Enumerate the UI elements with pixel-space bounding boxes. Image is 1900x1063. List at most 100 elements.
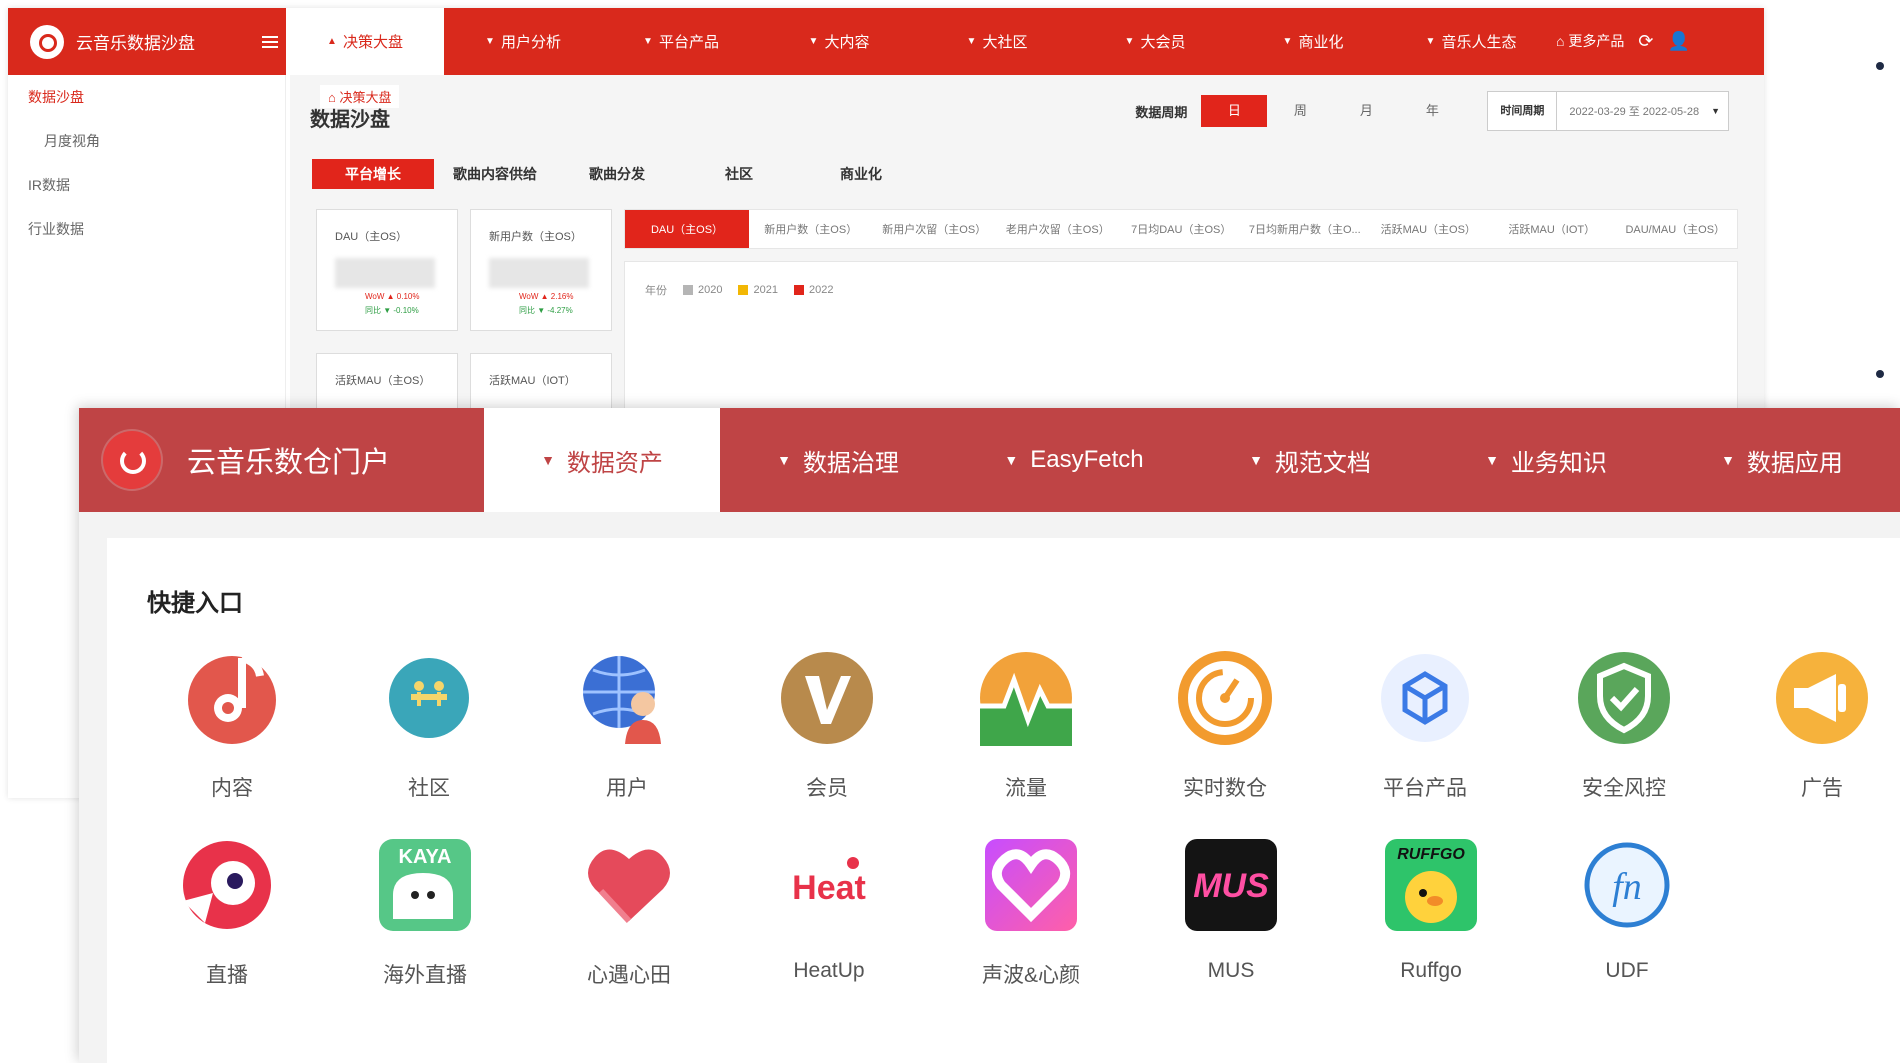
metric-tab-0[interactable]: DAU（主OS）: [625, 210, 749, 248]
live-icon: [177, 835, 277, 935]
kpi-card-new-users[interactable]: 新用户数（主OS） WoW ▲ 2.16% 同比 ▼ -4.27%: [470, 209, 612, 331]
section-title: 快捷入口: [147, 590, 243, 617]
sidebar-item-monthly[interactable]: 月度视角: [8, 119, 285, 163]
portal-nav-label: 数据资产: [566, 449, 663, 477]
legend-item-2021[interactable]: 2021: [738, 284, 778, 296]
quick-entry-community[interactable]: 社区: [359, 648, 499, 802]
hamburger-menu-icon[interactable]: [262, 35, 278, 48]
tab-community[interactable]: 社区: [678, 159, 800, 189]
metric-tab-2[interactable]: 新用户次留（主OS）: [873, 210, 997, 248]
metric-tab-7[interactable]: 活跃MAU（IOT）: [1490, 210, 1614, 248]
kpi-card-dau[interactable]: DAU（主OS） WoW ▲ 0.10% 同比 ▼ -0.10%: [316, 209, 458, 331]
quick-entry-kaya[interactable]: KAYA 海外直播: [355, 835, 495, 989]
quick-entry-mus[interactable]: MUS MUS: [1161, 835, 1301, 983]
quick-entry-speedometer[interactable]: 实时数仓: [1155, 648, 1295, 802]
nav-tab-4[interactable]: ▼ 大社区: [918, 8, 1076, 75]
community-icon: [379, 648, 479, 748]
quick-entry-udf[interactable]: fn UDF: [1557, 835, 1697, 983]
sandbox-subtabs: 平台增长 歌曲内容供给 歌曲分发 社区 商业化: [312, 159, 922, 189]
metric-tab-6[interactable]: 活跃MAU（主OS）: [1367, 210, 1491, 248]
nav-tab-label: 平台产品: [658, 34, 719, 51]
date-range-picker[interactable]: 时间周期 2022-03-29 至 2022-05-28 ▼: [1487, 91, 1729, 131]
metric-tab-5[interactable]: 7日均新用户数（主O...: [1243, 210, 1367, 248]
tab-song-distribution[interactable]: 歌曲分发: [556, 159, 678, 189]
quick-entry-live[interactable]: 直播: [157, 835, 297, 989]
quick-entry-vip[interactable]: 会员: [757, 648, 897, 802]
quick-entry-music-note[interactable]: 内容: [162, 648, 302, 802]
nav-tab-0[interactable]: ▲ 决策大盘: [286, 8, 444, 75]
sandbox-brand[interactable]: 云音乐数据沙盘: [8, 8, 286, 75]
legend-label: 2021: [753, 284, 778, 296]
nav-tab-label: 决策大盘: [342, 34, 403, 51]
nav-tab-5[interactable]: ▼ 大会员: [1076, 8, 1234, 75]
kpi-card-yoy: 同比 ▼ -4.27%: [519, 306, 573, 315]
quick-entry-label: 内容: [211, 777, 253, 800]
refresh-icon[interactable]: ⟳: [1638, 31, 1653, 52]
caret-down-icon: ▼: [485, 36, 495, 47]
portal-brand[interactable]: 云音乐数仓门户: [79, 408, 484, 512]
portal-nav-tab-1[interactable]: ▼ 数据治理: [720, 408, 956, 512]
quick-entry-label: 会员: [806, 777, 848, 800]
chevron-down-icon: ▼: [1711, 106, 1720, 116]
portal-topbar: 云音乐数仓门户 ▼ 数据资产 ▼ 数据治理 ▼ EasyFetch ▼ 规范文档 ▼ 业务知识 ▼ 数…: [79, 408, 1900, 512]
metric-tab-4[interactable]: 7日均DAU（主OS）: [1120, 210, 1244, 248]
quick-entry-heatup[interactable]: Heat HeatUp: [759, 835, 899, 983]
quick-entry-globe-user[interactable]: 用户: [557, 648, 697, 802]
period-month-button[interactable]: 月: [1333, 95, 1399, 127]
quick-entry-sound-heart[interactable]: 声波&心颜: [961, 835, 1101, 989]
quick-entry-shield[interactable]: 安全风控: [1554, 648, 1694, 802]
quick-entry-megaphone[interactable]: 广告: [1752, 648, 1892, 802]
breadcrumb[interactable]: ⌂ 决策大盘: [320, 85, 400, 108]
legend-swatch: [683, 285, 693, 296]
period-week-button[interactable]: 周: [1267, 95, 1333, 127]
kpi-card-title: 新用户数（主OS）: [489, 231, 582, 243]
user-icon[interactable]: 👤: [1667, 31, 1689, 52]
quick-entry-label: Ruffgo: [1400, 959, 1462, 982]
quick-entry-cube[interactable]: 平台产品: [1355, 648, 1495, 802]
nav-tab-7[interactable]: ▼ 音乐人生态: [1392, 8, 1550, 75]
music-note-icon: [182, 648, 282, 748]
portal-nav-tab-3[interactable]: ▼ 规范文档: [1192, 408, 1428, 512]
quick-entry-heart[interactable]: 心遇心田: [559, 835, 699, 989]
quick-entry-label: 心遇心田: [587, 964, 671, 987]
portal-nav-tab-5[interactable]: ▼ 数据应用: [1664, 408, 1900, 512]
caret-up-icon: ▲: [327, 36, 337, 47]
sidebar-item-sandbox[interactable]: 数据沙盘: [8, 75, 285, 119]
metric-tab-8[interactable]: DAU/MAU（主OS）: [1614, 210, 1738, 248]
metric-tab-3[interactable]: 老用户次留（主OS）: [996, 210, 1120, 248]
nav-tab-2[interactable]: ▼ 平台产品: [602, 8, 760, 75]
portal-nav-tab-0[interactable]: ▼ 数据资产: [484, 408, 720, 512]
udf-icon: fn: [1577, 835, 1677, 935]
period-year-button[interactable]: 年: [1399, 95, 1465, 127]
kpi-card-title: 活跃MAU（主OS）: [335, 375, 431, 387]
tab-song-supply[interactable]: 歌曲内容供给: [434, 159, 556, 189]
portal-nav-tab-4[interactable]: ▼ 业务知识: [1428, 408, 1664, 512]
portal-nav-tab-2[interactable]: ▼ EasyFetch: [956, 408, 1192, 512]
quick-entry-label: UDF: [1605, 959, 1649, 982]
caret-down-icon: ▼: [1721, 452, 1735, 468]
quick-entry-panel: 快捷入口 内容 社区 用户 会员 流量 实时数仓 平台产品 安全风控 广告直播 KAYA 海外直播 心…: [107, 538, 1900, 1063]
nav-tab-6[interactable]: ▼ 商业化: [1234, 8, 1392, 75]
breadcrumb-label: 决策大盘: [339, 90, 392, 105]
sidebar-item-ir[interactable]: IR数据: [8, 163, 285, 207]
quick-entry-pulse[interactable]: 流量: [956, 648, 1096, 802]
legend-item-2020[interactable]: 2020: [683, 284, 722, 296]
kpi-card-yoy: 同比 ▼ -0.10%: [365, 306, 419, 315]
netease-music-logo-icon: [103, 431, 161, 489]
legend-swatch: [738, 285, 749, 296]
quick-entry-ruffgo[interactable]: RUFFGO Ruffgo: [1361, 835, 1501, 983]
period-day-button[interactable]: 日: [1201, 95, 1268, 127]
tab-commercialization[interactable]: 商业化: [800, 159, 922, 189]
more-products-label: 更多产品: [1568, 33, 1625, 49]
caret-down-icon: ▼: [777, 452, 791, 468]
sidebar-item-industry[interactable]: 行业数据: [8, 207, 285, 251]
tab-platform-growth[interactable]: 平台增长: [312, 159, 434, 189]
nav-tab-1[interactable]: ▼ 用户分析: [444, 8, 602, 75]
metric-tab-1[interactable]: 新用户数（主OS）: [749, 210, 873, 248]
quick-entry-label: 用户: [606, 777, 648, 800]
quick-entry-label: 海外直播: [383, 964, 467, 987]
slide-bullet-1: [1876, 62, 1884, 70]
legend-item-2022[interactable]: 2022: [793, 284, 833, 296]
more-products-link[interactable]: ⌂ 更多产品: [1556, 31, 1624, 52]
nav-tab-3[interactable]: ▼ 大内容: [760, 8, 918, 75]
